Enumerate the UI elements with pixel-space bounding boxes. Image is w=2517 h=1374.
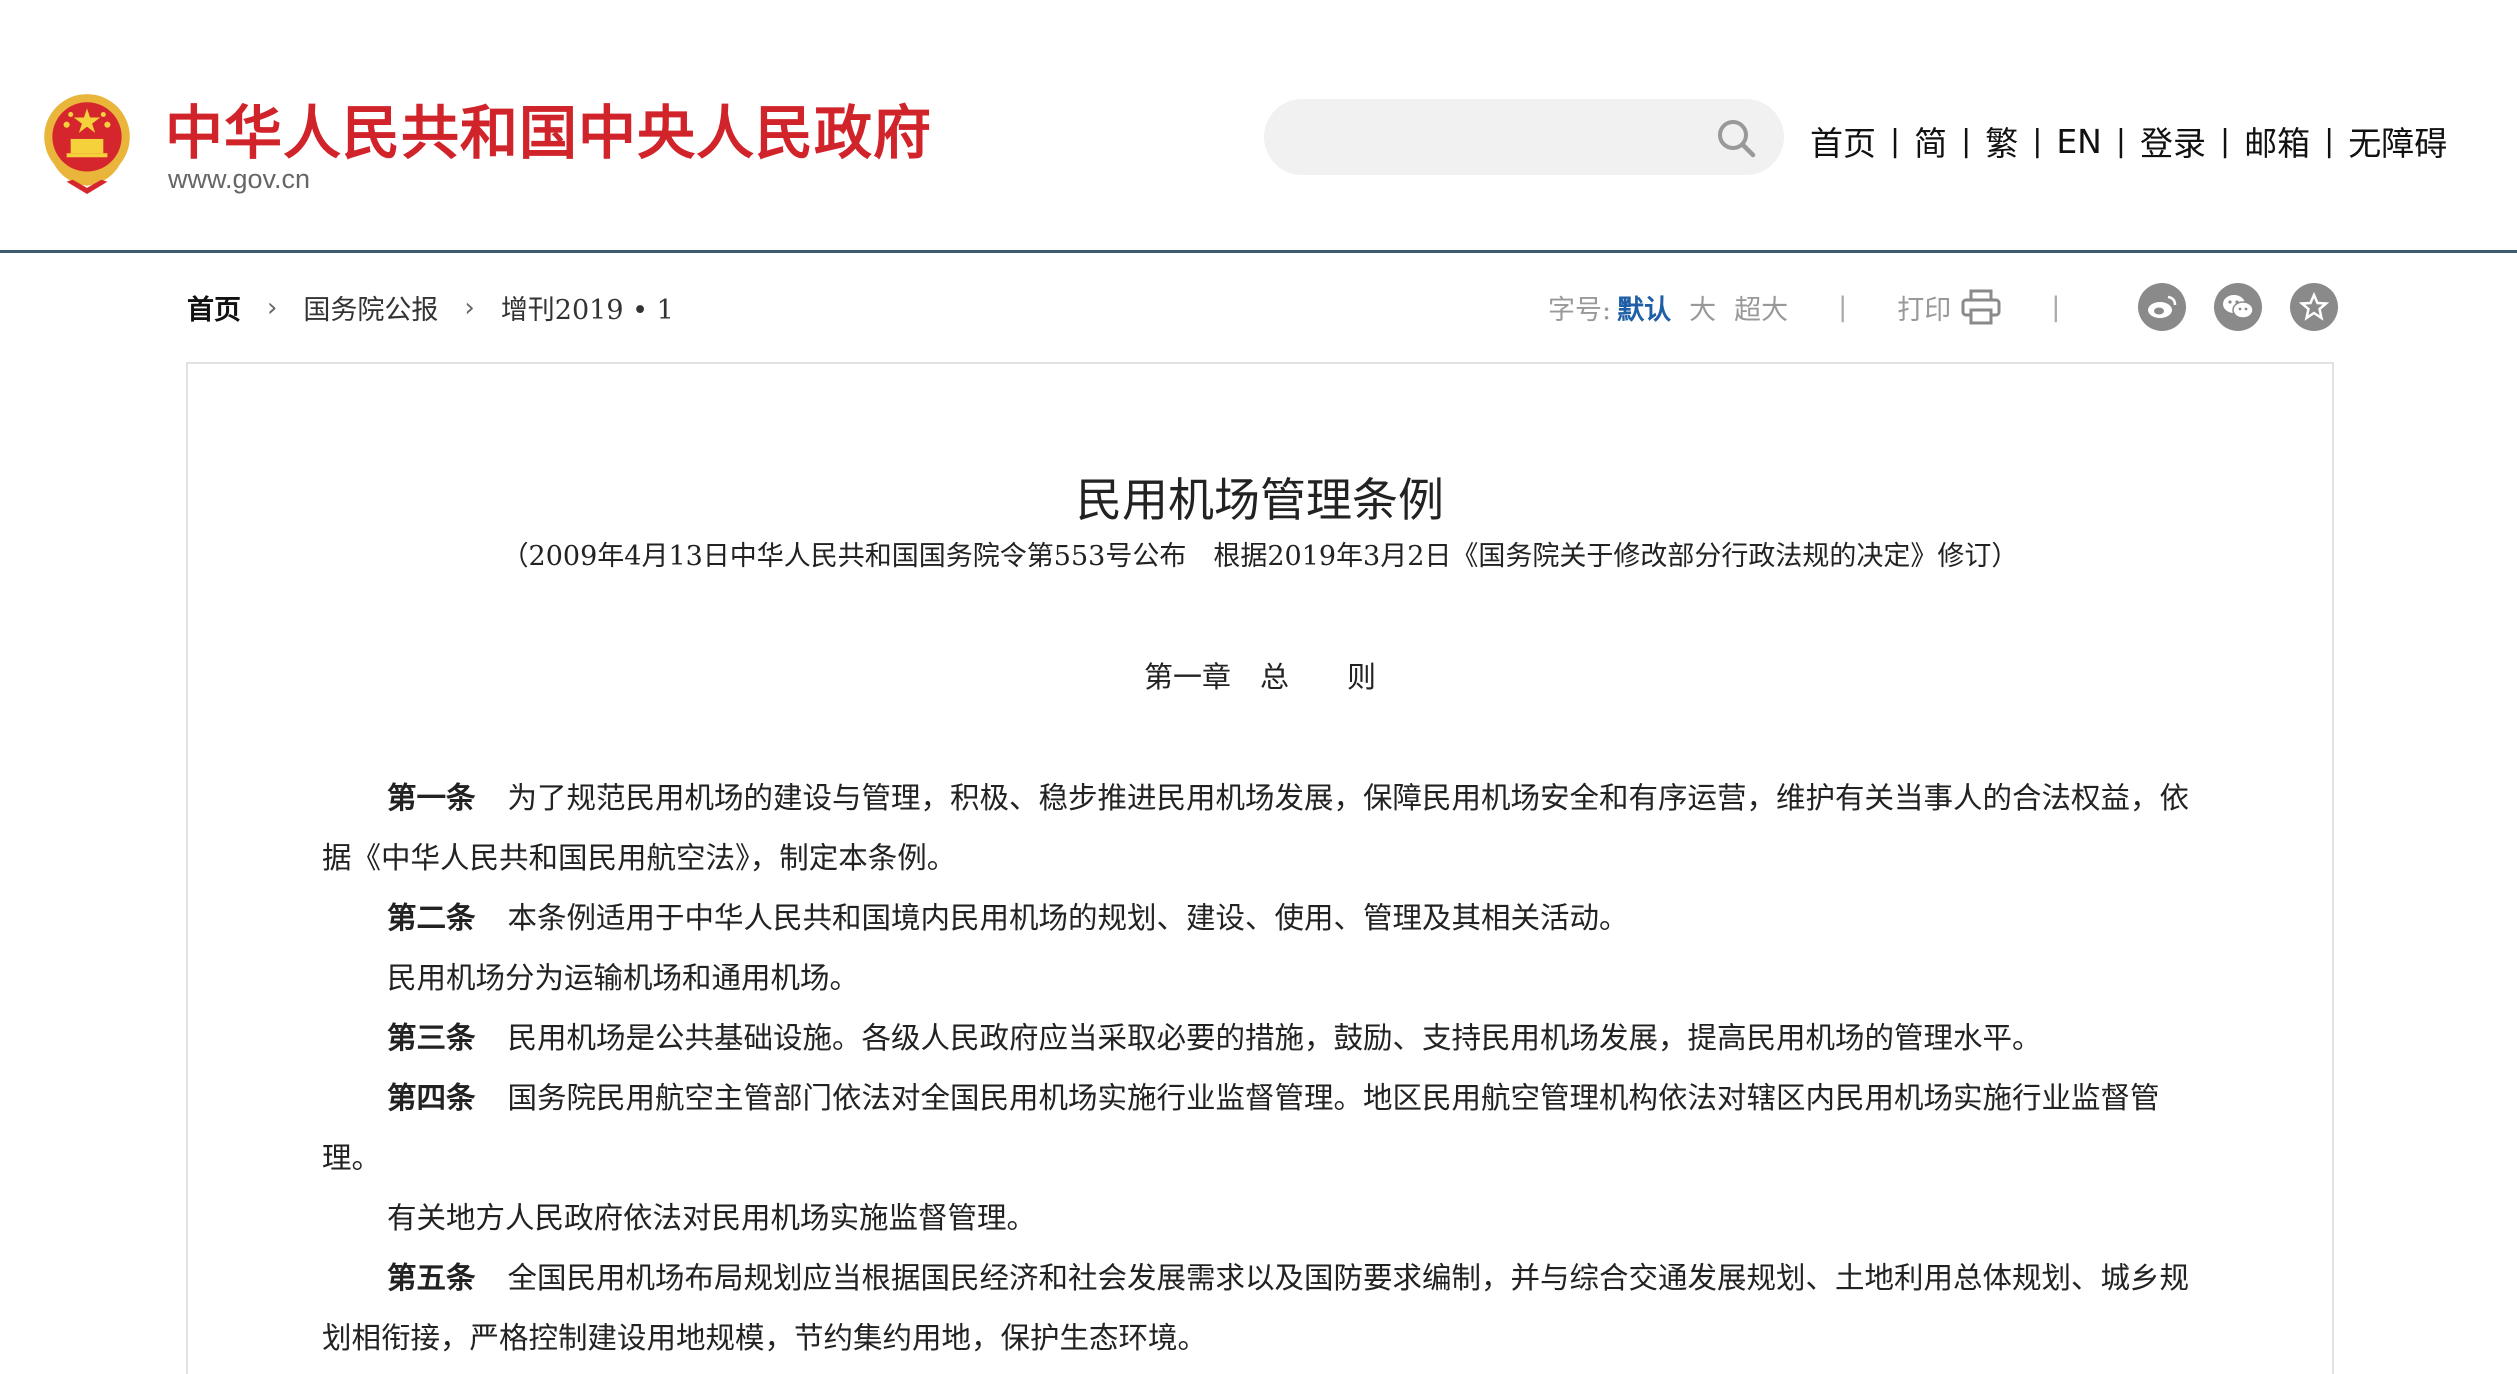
font-size-large[interactable]: 大 bbox=[1689, 288, 1716, 327]
paragraph-text: 民用机场分为运输机场和通用机场。 bbox=[387, 961, 860, 995]
article-subtitle: （2009年4月13日中华人民共和国国务院令第553号公布 根据2019年3月2… bbox=[501, 541, 2019, 572]
nav-accessibility[interactable]: 无障碍 bbox=[2348, 117, 2447, 165]
paragraph: 有关地方人民政府依法对民用机场实施监督管理。 bbox=[322, 1188, 2202, 1248]
article-number: 第五条 bbox=[387, 1260, 476, 1295]
national-emblem-icon[interactable] bbox=[36, 88, 138, 196]
paragraph: 第二条 本条例适用于中华人民共和国境内民用机场的规划、建设、使用、管理及其相关活动… bbox=[322, 888, 2202, 948]
paragraph: 第一条 为了规范民用机场的建设与管理，积极、稳步推进民用机场发展，保障民用机场安全… bbox=[322, 768, 2202, 888]
nav-separator: | bbox=[2324, 123, 2335, 159]
search-input[interactable] bbox=[1294, 111, 1698, 165]
tools-divider: | bbox=[2051, 291, 2061, 323]
tools-divider: | bbox=[1838, 291, 1848, 323]
font-size-xlarge[interactable]: 超大 bbox=[1734, 288, 1788, 327]
paragraph-text: 为了规范民用机场的建设与管理，积极、稳步推进民用机场发展，保障民用机场安全和有序… bbox=[322, 781, 2190, 875]
paragraph: 第三条 民用机场是公共基础设施。各级人民政府应当采取必要的措施，鼓励、支持民用机场… bbox=[322, 1008, 2202, 1068]
paragraph: 民用机场分为运输机场和通用机场。 bbox=[322, 948, 2202, 1008]
chevron-right-icon: › bbox=[267, 292, 278, 323]
paragraph-text: 本条例适用于中华人民共和国境内民用机场的规划、建设、使用、管理及其相关活动。 bbox=[507, 901, 1629, 935]
nav-separator: | bbox=[2115, 123, 2126, 159]
paragraph: 第四条 国务院民用航空主管部门依法对全国民用机场实施行业监督管理。地区民用航空管理… bbox=[322, 1068, 2202, 1188]
article-number: 第二条 bbox=[387, 900, 476, 935]
nav-traditional[interactable]: 繁 bbox=[1985, 117, 2018, 165]
chapter-heading: 第一章 总 则 bbox=[1143, 660, 1376, 694]
nav-separator: | bbox=[1890, 123, 1901, 159]
paragraph-text: 有关地方人民政府依法对民用机场实施监督管理。 bbox=[387, 1201, 1037, 1235]
breadcrumb-gazette[interactable]: 国务院公报 bbox=[303, 288, 438, 327]
breadcrumb-issue[interactable]: 增刊2019 • 1 bbox=[501, 288, 674, 327]
nav-separator: | bbox=[2219, 123, 2231, 159]
nav-separator: | bbox=[1961, 123, 1972, 159]
article-number: 第一条 bbox=[387, 780, 476, 815]
weibo-icon[interactable] bbox=[2138, 283, 2187, 331]
paragraph-text: 国务院民用航空主管部门依法对全国民用机场实施行业监督管理。地区民用航空管理机构依… bbox=[322, 1081, 2160, 1175]
wechat-icon[interactable] bbox=[2214, 283, 2263, 331]
article-container: 民用机场管理条例 （2009年4月13日中华人民共和国国务院令第553号公布 根… bbox=[186, 362, 2334, 1374]
paragraph-text: 民用机场是公共基础设施。各级人民政府应当采取必要的措施，鼓励、支持民用机场发展，… bbox=[507, 1021, 2042, 1055]
article-tools: 字号: 默认 大 超大 | 打印 | bbox=[1548, 282, 2339, 332]
site-title[interactable]: 中华人民共和国中央人民政府 bbox=[165, 86, 932, 170]
article-title: 民用机场管理条例 bbox=[1076, 473, 1444, 527]
nav-separator: | bbox=[2032, 123, 2043, 159]
printer-icon bbox=[1961, 289, 2001, 325]
article-body: 第一条 为了规范民用机场的建设与管理，积极、稳步推进民用机场发展，保障民用机场安全… bbox=[322, 768, 2202, 1368]
nav-login[interactable]: 登录 bbox=[2140, 117, 2206, 165]
top-nav: 首页 | 简 | 繁 | EN | 登录 | 邮箱 | 无障碍 bbox=[1810, 116, 2447, 166]
print-button[interactable]: 打印 bbox=[1897, 288, 2001, 327]
site-url[interactable]: www.gov.cn bbox=[168, 164, 310, 195]
article-number: 第三条 bbox=[387, 1020, 476, 1055]
site-header: 中华人民共和国中央人民政府 www.gov.cn 首页 | 简 | 繁 | EN… bbox=[0, 0, 2517, 253]
favorite-icon[interactable] bbox=[2290, 283, 2339, 331]
print-label: 打印 bbox=[1897, 294, 1952, 326]
breadcrumb-home[interactable]: 首页 bbox=[187, 288, 241, 327]
search-box bbox=[1264, 99, 1784, 175]
chevron-right-icon: › bbox=[464, 292, 475, 323]
breadcrumb: 首页 › 国务院公报 › 增刊2019 • 1 bbox=[187, 288, 674, 327]
nav-home[interactable]: 首页 bbox=[1810, 117, 1876, 165]
nav-mailbox[interactable]: 邮箱 bbox=[2244, 117, 2310, 165]
font-size-label: 字号: bbox=[1548, 294, 1612, 326]
search-icon[interactable] bbox=[1714, 116, 1758, 160]
paragraph-text: 全国民用机场布局规划应当根据国民经济和社会发展需求以及国防要求编制，并与综合交通… bbox=[322, 1261, 2190, 1355]
article-number: 第四条 bbox=[387, 1080, 476, 1115]
nav-simplified[interactable]: 简 bbox=[1914, 117, 1947, 165]
font-size-default[interactable]: 默认 bbox=[1617, 288, 1671, 327]
nav-english[interactable]: EN bbox=[2056, 122, 2102, 161]
paragraph: 第五条 全国民用机场布局规划应当根据国民经济和社会发展需求以及国防要求编制，并与综… bbox=[322, 1248, 2202, 1368]
